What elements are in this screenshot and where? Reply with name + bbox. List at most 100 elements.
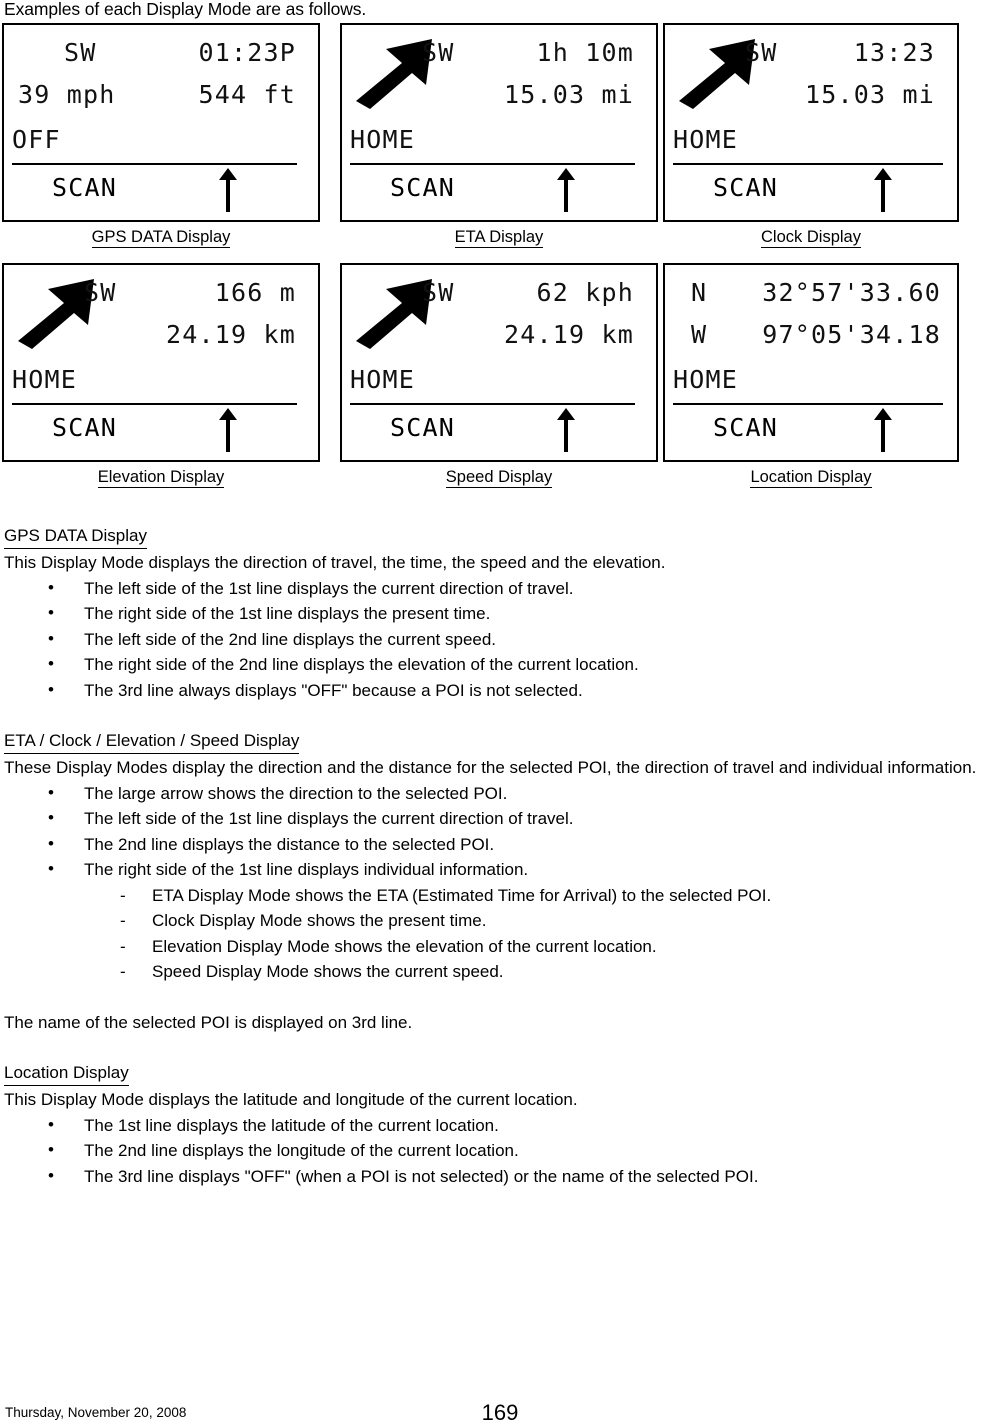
lcd-distance-value: 15.03 mi bbox=[804, 80, 935, 109]
list-item: The left side of the 1st line displays t… bbox=[0, 805, 1000, 832]
section-location: Location Display bbox=[0, 1060, 1000, 1086]
lcd-line-3: HOME bbox=[342, 125, 656, 165]
lcd-screen-clock: SW 13:23 15.03 mi HOME SCAN bbox=[663, 23, 959, 222]
up-arrow-icon bbox=[218, 408, 238, 452]
list-item: The right side of the 1st line displays … bbox=[0, 856, 1000, 883]
lcd-latitude-value: 32°57'33.60 bbox=[762, 278, 941, 307]
display-examples-row-2: SW 166 m 24.19 km HOME SCAN Elevation Di… bbox=[0, 263, 1000, 503]
lcd-line-3: HOME bbox=[342, 365, 656, 405]
lcd-separator-line bbox=[12, 403, 297, 405]
lcd-line-2: 15.03 mi bbox=[342, 80, 656, 120]
lcd-eta-value: 1h 10m bbox=[536, 38, 634, 67]
display-examples-row-1: SW 01:23P 39 mph 544 ft OFF SCAN GPS DAT… bbox=[0, 23, 1000, 263]
lcd-separator-line bbox=[673, 163, 943, 165]
section-eta-clock-elevation-speed: ETA / Clock / Elevation / Speed Display bbox=[0, 728, 1000, 754]
document-page: Examples of each Display Mode are as fol… bbox=[0, 0, 1000, 1428]
lcd-line-1: SW 1h 10m bbox=[342, 38, 656, 78]
section-heading: Location Display bbox=[4, 1060, 129, 1086]
lcd-scan-label: SCAN bbox=[52, 173, 118, 202]
display-panel-location: N 32°57'33.60 W 97°05'34.18 HOME SCAN Lo… bbox=[663, 263, 959, 488]
lcd-line-3: HOME bbox=[4, 365, 318, 405]
lcd-poi-name: HOME bbox=[350, 125, 416, 154]
lcd-scan-label: SCAN bbox=[713, 173, 779, 202]
lcd-screen-gps-data: SW 01:23P 39 mph 544 ft OFF SCAN bbox=[2, 23, 320, 222]
display-panel-clock: SW 13:23 15.03 mi HOME SCAN Clock Displa… bbox=[663, 23, 959, 248]
section-gps-data: GPS DATA Display bbox=[0, 523, 1000, 549]
lcd-longitude-value: 97°05'34.18 bbox=[762, 320, 941, 349]
lcd-line-1: N 32°57'33.60 bbox=[665, 278, 957, 318]
lcd-scan-label: SCAN bbox=[390, 413, 456, 442]
lcd-line-1: SW 166 m bbox=[4, 278, 318, 318]
section-intro-paragraph: This Display Mode displays the latitude … bbox=[4, 1090, 578, 1109]
eta-bullet-list: The large arrow shows the direction to t… bbox=[0, 780, 1000, 883]
lcd-separator-line bbox=[350, 403, 635, 405]
up-arrow-icon bbox=[873, 408, 893, 452]
list-item: ETA Display Mode shows the ETA (Estimate… bbox=[0, 883, 1000, 909]
lcd-scan-label: SCAN bbox=[390, 173, 456, 202]
intro-line: Examples of each Display Mode are as fol… bbox=[4, 0, 367, 19]
lcd-direction-value: SW bbox=[64, 38, 97, 67]
panel-caption: Speed Display bbox=[340, 467, 658, 488]
list-item: The 3rd line displays "OFF" (when a POI … bbox=[0, 1163, 1000, 1190]
lcd-distance-value: 15.03 mi bbox=[503, 80, 634, 109]
lcd-poi-name: HOME bbox=[673, 365, 739, 394]
lcd-direction-value: SW bbox=[422, 278, 455, 307]
lcd-poi-name: OFF bbox=[12, 125, 61, 154]
display-examples-grid: SW 01:23P 39 mph 544 ft OFF SCAN GPS DAT… bbox=[0, 23, 1000, 503]
panel-caption-text: Clock Display bbox=[761, 228, 861, 248]
list-item: The right side of the 2nd line displays … bbox=[0, 651, 1000, 678]
section-intro-paragraph: This Display Mode displays the direction… bbox=[4, 553, 666, 572]
lcd-scan-label: SCAN bbox=[713, 413, 779, 442]
body-content: GPS DATA Display This Display Mode displ… bbox=[0, 523, 1000, 1189]
list-item: The left side of the 2nd line displays t… bbox=[0, 626, 1000, 653]
list-item: The 1st line displays the latitude of th… bbox=[0, 1112, 1000, 1139]
lcd-separator-line bbox=[12, 163, 297, 165]
panel-caption-text: ETA Display bbox=[454, 228, 544, 248]
panel-caption-text: Location Display bbox=[750, 468, 872, 488]
lcd-separator-line bbox=[350, 163, 635, 165]
list-item: The 3rd line always displays "OFF" becau… bbox=[0, 677, 1000, 704]
section-intro-paragraph: These Display Modes display the directio… bbox=[4, 758, 977, 777]
panel-caption-text: GPS DATA Display bbox=[91, 228, 231, 248]
display-panel-eta: SW 1h 10m 15.03 mi HOME SCAN ETA Display bbox=[340, 23, 658, 248]
display-panel-elevation: SW 166 m 24.19 km HOME SCAN Elevation Di… bbox=[2, 263, 320, 488]
lcd-clock-value: 13:23 bbox=[853, 38, 935, 67]
up-arrow-icon bbox=[218, 168, 238, 212]
lcd-time-value: 01:23P bbox=[198, 38, 296, 67]
list-item: The 2nd line displays the longitude of t… bbox=[0, 1137, 1000, 1164]
lcd-scan-label: SCAN bbox=[52, 413, 118, 442]
eta-closing-paragraph: The name of the selected POI is displaye… bbox=[4, 1012, 413, 1032]
list-item: The right side of the 1st line displays … bbox=[0, 600, 1000, 627]
lcd-screen-eta: SW 1h 10m 15.03 mi HOME SCAN bbox=[340, 23, 658, 222]
lcd-line-3: HOME bbox=[665, 125, 957, 165]
section-heading: ETA / Clock / Elevation / Speed Display bbox=[4, 728, 300, 754]
up-arrow-icon bbox=[873, 168, 893, 212]
list-item: Speed Display Mode shows the current spe… bbox=[0, 959, 1000, 985]
page-footer: Thursday, November 20, 2008 169 bbox=[0, 1376, 1000, 1428]
lcd-distance-value: 24.19 km bbox=[503, 320, 634, 349]
lcd-line-2: W 97°05'34.18 bbox=[665, 320, 957, 360]
eta-sub-list: ETA Display Mode shows the ETA (Estimate… bbox=[0, 883, 1000, 985]
footer-page-number: 169 bbox=[481, 1400, 519, 1425]
up-arrow-icon bbox=[556, 408, 576, 452]
lcd-direction-value: SW bbox=[745, 38, 778, 67]
list-item: The left side of the 1st line displays t… bbox=[0, 575, 1000, 602]
lcd-elevation-value: 544 ft bbox=[198, 80, 296, 109]
lcd-direction-value: SW bbox=[84, 278, 117, 307]
display-panel-gps-data: SW 01:23P 39 mph 544 ft OFF SCAN GPS DAT… bbox=[2, 23, 320, 248]
panel-caption: GPS DATA Display bbox=[2, 227, 320, 248]
panel-caption: Clock Display bbox=[663, 227, 959, 248]
list-item: The large arrow shows the direction to t… bbox=[0, 780, 1000, 807]
lcd-line-2: 24.19 km bbox=[342, 320, 656, 360]
lcd-screen-location: N 32°57'33.60 W 97°05'34.18 HOME SCAN bbox=[663, 263, 959, 462]
list-item: Clock Display Mode shows the present tim… bbox=[0, 908, 1000, 934]
lcd-latitude-hemisphere: N bbox=[691, 278, 708, 307]
lcd-distance-value: 24.19 km bbox=[165, 320, 296, 349]
lcd-line-3: HOME bbox=[665, 365, 957, 405]
list-item: Elevation Display Mode shows the elevati… bbox=[0, 934, 1000, 960]
display-panel-speed: SW 62 kph 24.19 km HOME SCAN Speed Displ… bbox=[340, 263, 658, 488]
location-bullet-list: The 1st line displays the latitude of th… bbox=[0, 1112, 1000, 1190]
